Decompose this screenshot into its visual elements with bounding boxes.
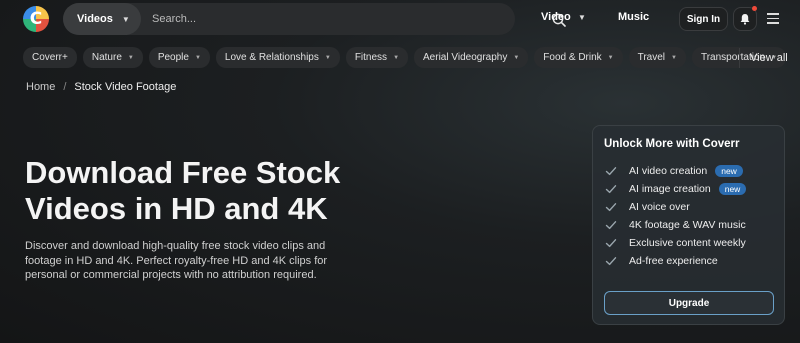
category-chip[interactable]: Coverr+ [23,47,77,68]
page-description: Discover and download high-quality free … [25,240,328,282]
view-all-link[interactable]: View all [750,52,788,64]
chevron-down-icon: ▼ [671,54,677,61]
chevron-down-icon: ▼ [324,54,331,61]
category-label: Food & Drink [543,52,602,63]
nav-music-link[interactable]: Music [618,11,649,23]
chevron-down-icon: ▼ [127,54,134,61]
new-badge: new [718,183,747,195]
check-icon [605,239,617,248]
divider [739,48,740,68]
search-bar: Videos ▼ [63,3,566,35]
bell-icon [740,14,750,25]
notification-dot [752,6,757,11]
new-badge: new [715,165,743,177]
breadcrumb: Home / Stock Video Footage [26,81,176,93]
breadcrumb-separator: / [63,81,67,93]
promo-feature-label: 4K footage & WAV music [629,219,746,231]
check-icon [605,185,617,194]
nav-video-menu[interactable]: Video [541,11,571,23]
category-chip[interactable]: Fitness ▼ [345,47,409,68]
chevron-down-icon: ▼ [607,54,614,61]
promo-feature-item: Ad-free experience [605,252,746,270]
check-icon [605,221,617,230]
category-label: Travel [637,52,666,63]
category-label: Fitness [354,52,388,63]
category-label: People [157,52,189,63]
category-chip[interactable]: Aerial Videography ▼ [414,47,529,68]
breadcrumb-current: Stock Video Footage [74,81,177,93]
sign-in-button[interactable]: Sign In [679,7,728,31]
category-label: Aerial Videography [423,52,508,63]
promo-feature-label: AI voice over [629,201,690,213]
top-navigation: Videos ▼ Video ▼ Music Sign In [0,0,800,38]
category-label: Coverr+ [32,52,68,63]
upgrade-promo-card: Unlock More with Coverr AI video creatio… [592,125,785,325]
promo-feature-label: AI image creation [629,183,711,195]
category-label: Nature [91,52,122,63]
search-type-label: Videos [77,13,113,25]
category-bar: Coverr+ Nature ▼ People ▼ Love & Relationship… [23,47,787,69]
search-type-dropdown[interactable]: Videos ▼ [63,3,141,35]
upgrade-button[interactable]: Upgrade [604,291,774,315]
check-icon [605,203,617,212]
search-input[interactable] [152,3,472,35]
promo-feature-item: AI video creation new [605,162,746,180]
chevron-down-icon: ▼ [393,54,400,61]
category-chip[interactable]: Food & Drink ▼ [534,47,623,68]
promo-feature-label: Exclusive content weekly [629,237,746,249]
page-title: Download Free Stock Videos in HD and 4K [25,155,341,226]
category-label: Love & Relationships [224,52,319,63]
category-chip[interactable]: Love & Relationships ▼ [215,47,340,68]
check-icon [605,257,617,266]
promo-feature-item: 4K footage & WAV music [605,216,746,234]
coverr-logo[interactable] [23,6,49,32]
promo-feature-list: AI video creation new AI image creation new… [605,162,747,270]
chevron-down-icon: ▼ [121,14,130,24]
category-chip[interactable]: Travel ▼ [628,47,686,68]
chevron-down-icon[interactable]: ▼ [578,13,586,22]
promo-title: Unlock More with Coverr [604,138,740,150]
chevron-down-icon: ▼ [194,54,201,61]
hamburger-menu-icon[interactable] [767,13,779,24]
promo-feature-label: Ad-free experience [629,255,718,267]
check-icon [605,167,617,176]
promo-feature-item: Exclusive content weekly [605,234,746,252]
category-chip[interactable]: Nature ▼ [82,47,143,68]
category-chip[interactable]: People ▼ [148,47,210,68]
chevron-down-icon: ▼ [513,54,520,61]
promo-feature-label: AI video creation [629,165,708,177]
breadcrumb-home[interactable]: Home [26,81,55,93]
promo-feature-item: AI image creation new [605,180,747,198]
promo-feature-item: AI voice over [605,198,746,216]
